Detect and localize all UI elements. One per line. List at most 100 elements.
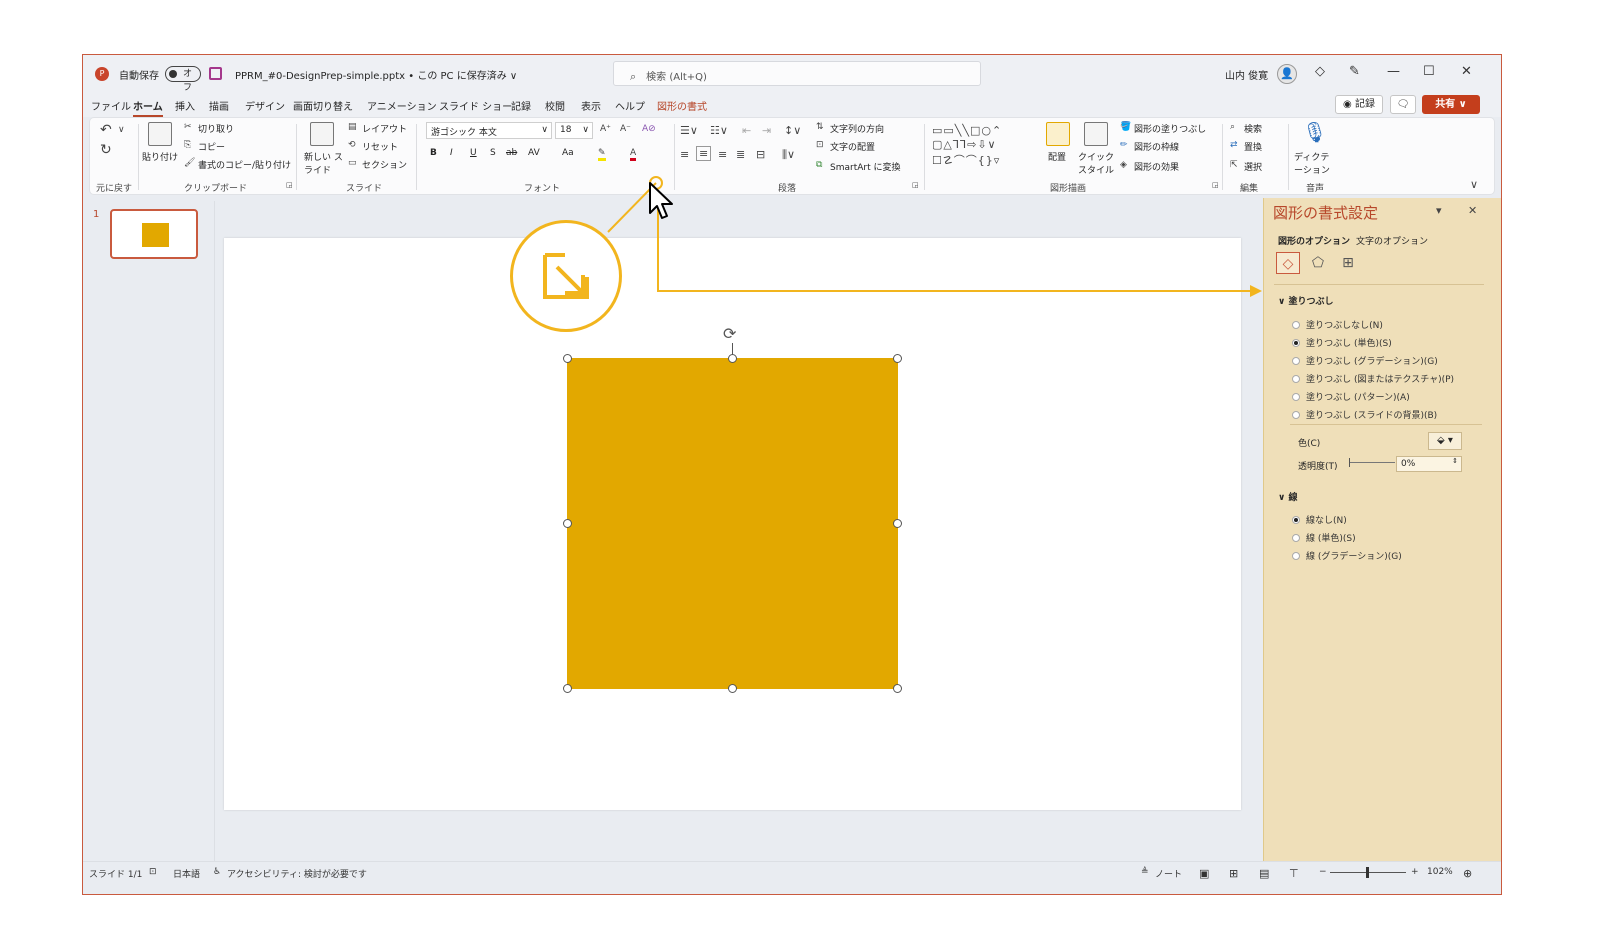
arrange-button[interactable]: 配置 [1048, 150, 1066, 163]
notes-toggle-icon[interactable]: ⊡ [149, 867, 157, 877]
distribute-icon[interactable]: ⊟ [756, 148, 765, 161]
line-option-none[interactable]: 線なし(N) [1292, 513, 1347, 526]
fill-option-gradient[interactable]: 塗りつぶし (グラデーション)(G) [1292, 354, 1438, 367]
resize-handle-n[interactable] [728, 354, 737, 363]
resize-handle-se[interactable] [893, 684, 902, 693]
resize-handle-ne[interactable] [893, 354, 902, 363]
smartart-button[interactable]: SmartArt に変換 [830, 160, 900, 173]
tab-slideshow[interactable]: スライド ショー [439, 98, 512, 113]
tab-text-options[interactable]: 文字のオプション [1356, 234, 1428, 247]
font-name-select[interactable]: 游ゴシック 本文 ∨ [426, 122, 552, 139]
line-section-header[interactable]: ∨ 線 [1278, 490, 1297, 503]
radio-button[interactable] [1292, 534, 1300, 542]
accessibility-icon[interactable]: ♿ [213, 867, 221, 877]
pane-close-icon[interactable]: ✕ [1468, 204, 1477, 217]
find-button[interactable]: 検索 [1244, 122, 1262, 135]
fill-line-icon[interactable]: ◇ [1276, 252, 1300, 274]
tab-design[interactable]: デザイン [245, 98, 285, 113]
tab-home[interactable]: ホーム [133, 98, 163, 117]
normal-view-icon[interactable]: ▣ [1199, 867, 1209, 880]
quick-style-icon[interactable] [1084, 122, 1108, 146]
cut-icon[interactable]: ✂ [184, 122, 192, 132]
resize-handle-nw[interactable] [563, 354, 572, 363]
shape-effects-icon[interactable]: ◈ [1120, 160, 1127, 170]
replace-icon[interactable]: ⇄ [1230, 140, 1238, 150]
fill-option-none[interactable]: 塗りつぶしなし(N) [1292, 318, 1383, 331]
tab-animations[interactable]: アニメーション [367, 98, 437, 113]
tab-review[interactable]: 校閲 [545, 98, 565, 113]
redo-icon[interactable]: ↻ [100, 142, 112, 158]
copy-icon[interactable]: ⎘ [184, 140, 191, 150]
slide-canvas[interactable]: ⟳ [224, 238, 1241, 810]
dictate-button[interactable]: ディクテーション [1294, 150, 1334, 176]
format-painter-icon[interactable]: 🖌 [184, 158, 195, 168]
search-input[interactable]: ⌕ 検索 (Alt+Q) [613, 61, 981, 86]
undo-dropdown-icon[interactable]: ∨ [118, 125, 125, 135]
effects-icon[interactable]: ⬠ [1306, 252, 1330, 274]
spin-icon[interactable]: ⇕ [1452, 457, 1458, 465]
zoom-slider-thumb[interactable] [1366, 867, 1369, 878]
underline-button[interactable]: U [470, 148, 477, 158]
shadow-button[interactable]: S [490, 148, 496, 158]
font-color-icon[interactable]: A [630, 148, 637, 161]
restore-icon[interactable]: ☐ [1423, 64, 1435, 79]
fit-slide-icon[interactable]: ⊕ [1463, 867, 1472, 880]
transparency-slider[interactable] [1349, 458, 1395, 467]
select-button[interactable]: 選択 [1244, 160, 1262, 173]
shape-fill-icon[interactable]: 🪣 [1120, 122, 1131, 132]
transparency-input[interactable]: 0% ⇕ [1396, 456, 1462, 472]
pane-options-icon[interactable]: ▾ [1436, 204, 1442, 217]
quick-style-button[interactable]: クイック スタイル [1078, 150, 1122, 176]
justify-icon[interactable]: ≣ [736, 148, 745, 161]
grow-font-icon[interactable]: A⁺ [600, 124, 611, 134]
comment-button[interactable]: 🗨 [1390, 95, 1416, 114]
fill-option-pattern[interactable]: 塗りつぶし (パターン)(A) [1292, 390, 1410, 403]
close-icon[interactable]: ✕ [1461, 64, 1472, 79]
radio-button[interactable] [1292, 393, 1300, 401]
line-option-gradient[interactable]: 線 (グラデーション)(G) [1292, 549, 1402, 562]
align-text-button[interactable]: 文字の配置 [830, 140, 875, 153]
select-icon[interactable]: ⇱ [1230, 160, 1238, 170]
character-spacing-button[interactable]: AV [528, 148, 540, 158]
change-case-button[interactable]: Aa [562, 148, 574, 158]
paste-icon[interactable] [148, 122, 172, 146]
increase-indent-icon[interactable]: ⇥ [762, 124, 771, 137]
save-icon[interactable] [209, 67, 222, 80]
avatar[interactable]: 👤 [1277, 64, 1297, 84]
radio-button[interactable] [1292, 375, 1300, 383]
resize-handle-s[interactable] [728, 684, 737, 693]
layout-button[interactable]: レイアウト [362, 122, 407, 135]
shape-outline-icon[interactable]: ✏ [1120, 140, 1128, 150]
arrange-icon[interactable] [1046, 122, 1070, 146]
share-button[interactable]: 共有 ∨ [1422, 95, 1480, 114]
text-direction-button[interactable]: 文字列の方向 [830, 122, 884, 135]
fill-section-header[interactable]: ∨ 塗りつぶし [1278, 294, 1334, 307]
align-center-icon[interactable]: ≡ [696, 146, 712, 161]
section-icon[interactable]: ▭ [348, 158, 357, 168]
reset-button[interactable]: リセット [362, 140, 398, 153]
align-text-icon[interactable]: ⊡ [816, 140, 824, 150]
notes-button[interactable]: ノート [1155, 867, 1182, 880]
align-right-icon[interactable]: ≡ [718, 148, 727, 161]
cut-button[interactable]: 切り取り [198, 122, 234, 135]
resize-handle-sw[interactable] [563, 684, 572, 693]
replace-button[interactable]: 置換 [1244, 140, 1262, 153]
shape-outline-button[interactable]: 図形の枠線 [1134, 140, 1179, 153]
shape-fill-button[interactable]: 図形の塗りつぶし [1134, 122, 1206, 135]
diamond-icon[interactable]: ◇ [1315, 64, 1325, 79]
slideshow-view-icon[interactable]: ⊤ [1289, 867, 1299, 880]
font-size-select[interactable]: 18 ∨ [555, 122, 593, 139]
numbering-icon[interactable]: ☷∨ [710, 124, 728, 137]
tab-shape-options[interactable]: 図形のオプション [1278, 234, 1350, 247]
fill-option-picture[interactable]: 塗りつぶし (図またはテクスチャ)(P) [1292, 372, 1454, 385]
zoom-out-icon[interactable]: − [1319, 867, 1327, 877]
clear-format-icon[interactable]: A⊘ [642, 124, 656, 134]
line-option-solid[interactable]: 線 (単色)(S) [1292, 531, 1356, 544]
decrease-indent-icon[interactable]: ⇤ [742, 124, 751, 137]
smartart-icon[interactable]: ⧉ [816, 160, 822, 170]
tab-help[interactable]: ヘルプ [615, 98, 645, 113]
radio-button[interactable] [1292, 411, 1300, 419]
microphone-icon[interactable]: 🎙 [1302, 120, 1327, 144]
copy-button[interactable]: コピー [198, 140, 225, 153]
autosave-toggle[interactable]: オフ [165, 66, 201, 93]
